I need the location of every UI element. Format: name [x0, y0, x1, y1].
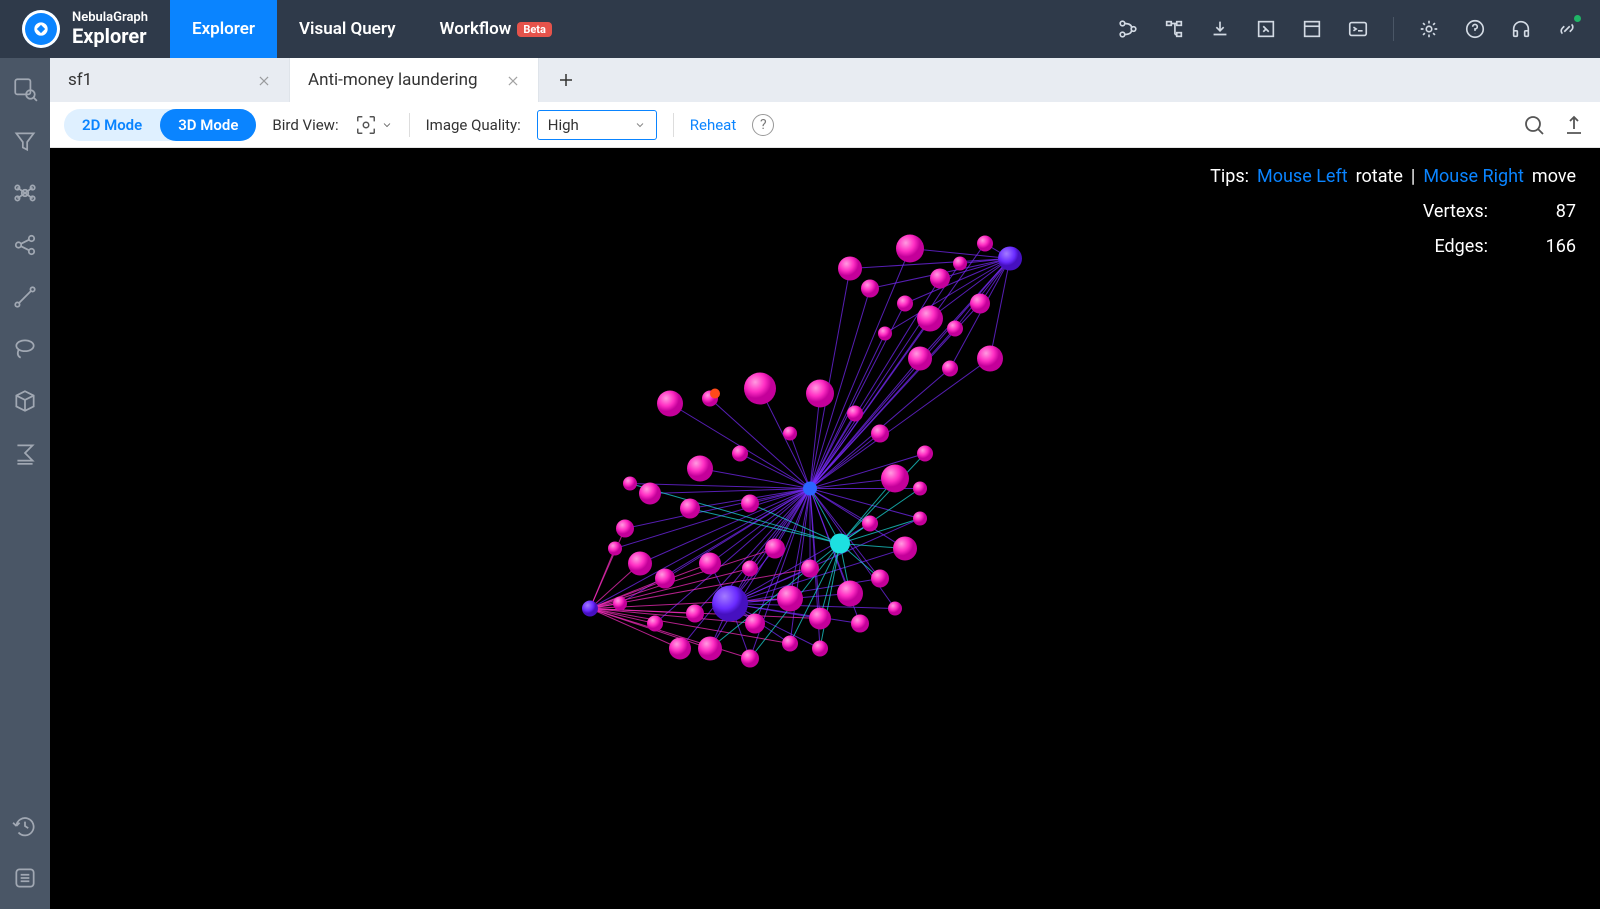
edge-label: Edges: [1434, 236, 1488, 257]
logo[interactable]: NebulaGraph Explorer [0, 10, 170, 48]
bird-view-label: Bird View: [272, 116, 338, 134]
bird-view-button[interactable] [355, 114, 393, 136]
doc-tab-aml[interactable]: Anti-money laundering [290, 58, 539, 102]
top-nav: NebulaGraph Explorer Explorer Visual Que… [0, 0, 1600, 58]
logo-text: NebulaGraph Explorer [72, 11, 148, 47]
help-icon[interactable] [1464, 18, 1486, 40]
reheat-help-icon[interactable]: ? [752, 114, 774, 136]
status-dot-icon [1574, 15, 1581, 22]
nav-separator [1393, 17, 1394, 41]
export-icon[interactable] [1562, 113, 1586, 137]
tips-move: move [1532, 166, 1576, 187]
document-tabs: sf1 Anti-money laundering [50, 58, 1600, 102]
aggregate-icon[interactable] [12, 440, 38, 466]
branch-icon[interactable] [1117, 18, 1139, 40]
close-icon[interactable] [257, 73, 271, 87]
vertex-label: Vertexs: [1423, 201, 1488, 222]
image-quality-select[interactable]: High [537, 110, 657, 140]
tips-mouse-left: Mouse Left [1257, 166, 1348, 187]
snapshot-icon[interactable] [1255, 18, 1277, 40]
query-icon[interactable] [12, 76, 38, 102]
image-quality-value: High [548, 116, 579, 134]
tips-mouse-right: Mouse Right [1423, 166, 1524, 187]
close-icon[interactable] [506, 73, 520, 87]
connection-icon[interactable] [1556, 18, 1578, 40]
toolbar-separator [673, 113, 674, 137]
nav-tab-workflow[interactable]: WorkflowBeta [418, 0, 574, 58]
settings-icon[interactable] [1418, 18, 1440, 40]
tips-rotate: rotate [1356, 166, 1403, 187]
cube-icon[interactable] [12, 388, 38, 414]
path-icon[interactable] [12, 284, 38, 310]
nav-tab-visual-query[interactable]: Visual Query [277, 0, 418, 58]
mode-2d-button[interactable]: 2D Mode [64, 109, 160, 141]
image-quality-label: Image Quality: [426, 116, 521, 134]
download-icon[interactable] [1209, 18, 1231, 40]
doc-tab-sf1[interactable]: sf1 [50, 58, 290, 102]
nav-tab-explorer[interactable]: Explorer [170, 0, 277, 58]
template-icon[interactable] [1301, 18, 1323, 40]
doc-tab-label: sf1 [68, 70, 92, 90]
vertex-value: 87 [1528, 201, 1576, 222]
headset-icon[interactable] [1510, 18, 1532, 40]
nav-tabs: Explorer Visual Query WorkflowBeta [170, 0, 574, 58]
graph-expand-icon[interactable] [12, 180, 38, 206]
toolbar-separator [409, 113, 410, 137]
side-rail [0, 58, 50, 909]
console-icon[interactable] [1347, 18, 1369, 40]
reheat-button[interactable]: Reheat [690, 116, 736, 134]
view-toolbar: 2D Mode 3D Mode Bird View: Image Quality… [50, 102, 1600, 148]
doc-tab-label: Anti-money laundering [308, 70, 478, 90]
nav-actions [1117, 17, 1600, 41]
history-icon[interactable] [12, 813, 38, 839]
lasso-icon[interactable] [12, 336, 38, 362]
mode-3d-button[interactable]: 3D Mode [160, 109, 256, 141]
tips-sep: | [1411, 166, 1415, 187]
mode-toggle: 2D Mode 3D Mode [64, 109, 256, 141]
share-icon[interactable] [12, 232, 38, 258]
edge-value: 166 [1528, 236, 1576, 257]
tree-icon[interactable] [1163, 18, 1185, 40]
beta-badge: Beta [517, 22, 552, 37]
tips-label: Tips: [1210, 166, 1249, 187]
list-icon[interactable] [12, 865, 38, 891]
graph-canvas[interactable]: Tips: Mouse Left rotate | Mouse Right mo… [50, 148, 1600, 909]
canvas-overlay: Tips: Mouse Left rotate | Mouse Right mo… [1210, 166, 1576, 271]
logo-icon [22, 10, 60, 48]
search-icon[interactable] [1522, 113, 1546, 137]
filter-icon[interactable] [12, 128, 38, 154]
new-tab-button[interactable] [539, 58, 593, 102]
